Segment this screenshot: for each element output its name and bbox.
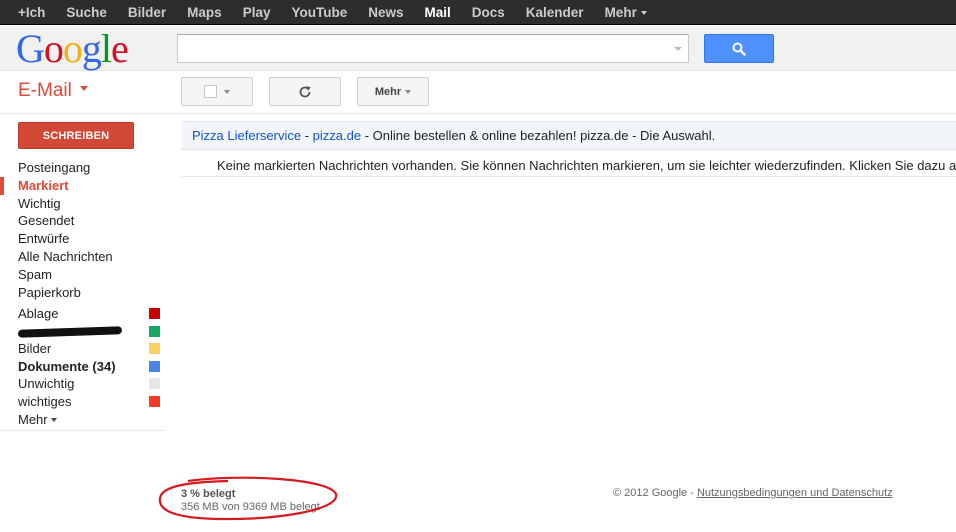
ad-title-link[interactable]: Pizza Lieferservice <box>192 128 301 143</box>
terms-privacy-link[interactable]: Nutzungsbedingungen und Datenschutz <box>697 487 893 499</box>
top-nav-maps[interactable]: Maps <box>187 5 222 20</box>
label-item[interactable]: wichtiges <box>0 393 165 411</box>
google-top-bar: +Ich Suche Bilder Maps Play YouTube News… <box>0 0 956 25</box>
label-name: Unwichtig <box>18 376 75 392</box>
chevron-down-icon <box>79 86 88 92</box>
more-actions-button[interactable]: Mehr <box>357 77 429 106</box>
top-nav-plus-ich[interactable]: +Ich <box>18 5 45 20</box>
mail-title: E-Mail <box>18 80 72 101</box>
label-color-swatch[interactable] <box>149 395 160 407</box>
sidebar-item-papierkorb[interactable]: Papierkorb <box>0 284 165 302</box>
top-nav-mehr-label: Mehr <box>604 5 637 20</box>
sidebar-item-alle-nachrichten[interactable]: Alle Nachrichten <box>0 248 165 266</box>
search-options-dropdown-icon[interactable] <box>674 47 682 51</box>
chevron-down-icon <box>405 89 412 94</box>
chevron-down-icon <box>50 418 57 423</box>
redaction-scribble <box>17 326 123 338</box>
top-nav-docs[interactable]: Docs <box>472 5 505 20</box>
select-checkbox[interactable] <box>204 85 217 98</box>
footer-legal: © 2012 Google - Nutzungsbedingungen und … <box>613 487 893 499</box>
compose-button[interactable]: SCHREIBEN <box>18 122 134 149</box>
search-box <box>177 34 689 63</box>
label-item[interactable]: Ablage <box>0 305 165 323</box>
mail-app-switcher[interactable]: E-Mail <box>18 80 88 102</box>
label-name: Dokumente (34) <box>18 358 116 374</box>
ad-banner: Pizza Lieferservice - pizza.de - Online … <box>181 121 956 150</box>
header: Google <box>0 26 956 71</box>
top-nav-mail[interactable]: Mail <box>425 5 451 20</box>
ad-domain-link[interactable]: pizza.de <box>313 128 361 143</box>
search-input[interactable] <box>178 35 658 62</box>
label-name: Bilder <box>18 341 52 357</box>
footer-copyright: © 2012 Google - <box>613 487 697 499</box>
sidebar-item-gesendet[interactable]: Gesendet <box>0 212 165 230</box>
label-item[interactable]: Bilder <box>0 340 165 358</box>
sidebar-item-markiert[interactable]: Markiert <box>0 176 165 195</box>
top-nav-mehr[interactable]: Mehr <box>605 5 647 20</box>
chevron-down-icon <box>640 11 647 16</box>
sidebar-item-wichtig[interactable]: Wichtig <box>0 195 165 213</box>
top-nav-youtube[interactable]: YouTube <box>291 5 347 20</box>
sidebar-item-spam[interactable]: Spam <box>0 266 165 284</box>
label-color-swatch[interactable] <box>149 325 160 337</box>
label-name: wichtiges <box>18 393 72 409</box>
empty-state-message: Keine markierten Nachrichten vorhanden. … <box>217 158 956 173</box>
ad-text: - Online bestellen & online bezahlen! pi… <box>361 128 716 143</box>
label-color-swatch[interactable] <box>149 378 160 390</box>
label-item[interactable]: Unwichtig <box>0 375 165 393</box>
refresh-button[interactable] <box>269 77 341 106</box>
sidebar-item-posteingang[interactable]: Posteingang <box>0 159 165 177</box>
toolbar-divider <box>0 113 956 114</box>
ad-separator: - <box>301 128 313 143</box>
chevron-down-icon <box>224 89 230 94</box>
label-item[interactable]: Dokumente (34) <box>0 358 165 376</box>
label-color-swatch[interactable] <box>149 343 160 355</box>
top-nav-bilder[interactable]: Bilder <box>128 5 166 20</box>
sidebar-nav: Posteingang Markiert Wichtig Gesendet En… <box>0 159 165 301</box>
labels-more-link[interactable]: Mehr <box>0 411 165 429</box>
label-list: Ablage Bilder Dokumente (34) Unwichtig w… <box>0 305 165 432</box>
search-icon <box>732 42 746 56</box>
top-nav-news[interactable]: News <box>368 5 403 20</box>
top-nav-suche[interactable]: Suche <box>66 5 107 20</box>
select-all-button[interactable] <box>181 77 253 106</box>
content-divider <box>181 176 956 177</box>
hand-drawn-annotation-circle <box>158 476 338 521</box>
top-nav-kalender[interactable]: Kalender <box>526 5 584 20</box>
top-nav: +Ich Suche Bilder Maps Play YouTube News… <box>0 0 956 25</box>
top-nav-play[interactable]: Play <box>243 5 271 20</box>
label-name: Ablage <box>18 306 59 321</box>
refresh-icon <box>299 85 311 97</box>
label-item-redacted[interactable] <box>0 323 165 341</box>
label-color-swatch[interactable] <box>149 360 160 372</box>
google-logo[interactable]: Google <box>16 28 129 70</box>
sidebar-item-entwuerfe[interactable]: Entwürfe <box>0 230 165 248</box>
label-color-swatch[interactable] <box>149 308 160 319</box>
labels-more-label: Mehr <box>18 411 48 427</box>
search-button[interactable] <box>704 34 774 63</box>
more-actions-label: Mehr <box>374 85 402 98</box>
